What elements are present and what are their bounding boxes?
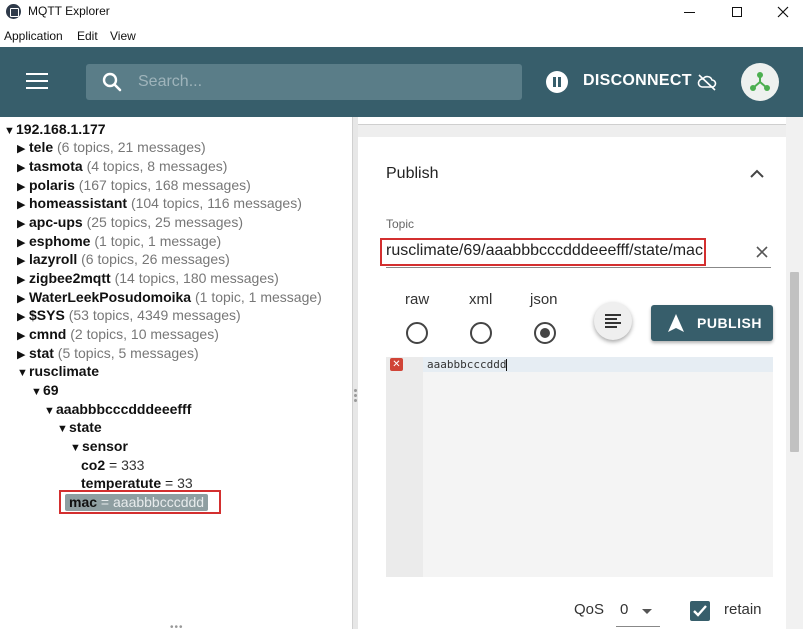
tree-node-apc-ups[interactable]: ▶ apc-ups (25 topics, 25 messages)	[17, 213, 243, 231]
minimize-icon	[683, 11, 695, 13]
window-title: MQTT Explorer	[28, 4, 110, 18]
publish-title: Publish	[386, 165, 439, 182]
expanded-arrow-icon: ▼	[44, 405, 55, 417]
tree-leaf-co2[interactable]: co2 = 333	[81, 456, 144, 474]
close-window-button[interactable]	[760, 0, 803, 24]
tree-node-lazyroll[interactable]: ▶ lazyroll (6 topics, 26 messages)	[17, 250, 230, 268]
tree-node-waterleek[interactable]: ▶ WaterLeekPosudomoika (1 topic, 1 messag…	[17, 288, 322, 306]
format-raw-radio[interactable]	[406, 322, 428, 344]
pause-icon[interactable]	[546, 71, 568, 93]
scrollbar[interactable]	[786, 117, 803, 629]
avatar[interactable]	[741, 63, 779, 101]
cloud-off-icon[interactable]	[697, 73, 717, 91]
network-logo-icon	[750, 72, 770, 91]
scroll-thumb[interactable]	[790, 272, 799, 452]
editor-gutter: ✕	[386, 357, 423, 577]
retain-label: retain	[724, 601, 762, 618]
expanded-arrow-icon: ▼	[4, 125, 15, 137]
minimize-button[interactable]	[666, 0, 712, 24]
tree-node-tasmota[interactable]: ▶ tasmota (4 topics, 8 messages)	[17, 157, 227, 175]
resize-handle-icon[interactable]: •••	[170, 622, 184, 629]
tree-node-69[interactable]: ▼69	[31, 381, 59, 399]
app-header: DISCONNECT	[0, 47, 803, 117]
value-card	[358, 117, 786, 125]
payload-editor[interactable]: ✕ aaabbbcccddd	[386, 357, 773, 577]
chevron-up-icon[interactable]	[749, 167, 765, 179]
expanded-arrow-icon: ▼	[70, 442, 81, 454]
clear-icon[interactable]	[756, 246, 768, 258]
collapsed-arrow-icon: ▶	[17, 311, 26, 323]
tree-node-homeassistant[interactable]: ▶ homeassistant (104 topics, 116 messages…	[17, 194, 302, 212]
collapsed-arrow-icon: ▶	[17, 199, 26, 211]
tree-root[interactable]: ▼192.168.1.177	[4, 120, 106, 138]
tree-node-zigbee2mqtt[interactable]: ▶ zigbee2mqtt (14 topics, 180 messages)	[17, 269, 279, 287]
tree-node-rusclimate[interactable]: ▼rusclimate	[17, 362, 99, 380]
tree-node-cmnd[interactable]: ▶ cmnd (2 topics, 10 messages)	[17, 325, 219, 343]
error-icon[interactable]: ✕	[390, 358, 403, 371]
collapsed-arrow-icon: ▶	[17, 274, 26, 286]
topic-tree: ▼192.168.1.177 ▶ tele (6 topics, 21 messa…	[0, 117, 352, 629]
maximize-button[interactable]	[714, 0, 760, 24]
search-input[interactable]	[138, 72, 508, 92]
retain-checkbox[interactable]	[690, 601, 710, 621]
tree-node-sys[interactable]: ▶ $SYS (53 topics, 4349 messages)	[17, 306, 241, 324]
qos-select[interactable]: 0	[616, 601, 660, 627]
tree-node-polaris[interactable]: ▶ polaris (167 topics, 168 messages)	[17, 176, 251, 194]
tree-node-tele[interactable]: ▶ tele (6 topics, 21 messages)	[17, 138, 206, 156]
format-json-radio[interactable]	[534, 322, 556, 344]
expanded-arrow-icon: ▼	[17, 367, 28, 379]
collapsed-arrow-icon: ▶	[17, 255, 26, 267]
details-panel: Publish Topic rusclimate/69/aaabbbcccddd…	[358, 117, 803, 629]
app-icon	[6, 4, 21, 19]
dropdown-arrow-icon	[642, 609, 652, 614]
collapsed-arrow-icon: ▶	[17, 218, 26, 230]
disconnect-button[interactable]: DISCONNECT	[583, 72, 692, 90]
tree-leaf-mac-highlight: mac = aaabbbcccddd	[59, 490, 221, 514]
format-xml-label: xml	[469, 291, 493, 308]
tree-node-state[interactable]: ▼state	[57, 418, 102, 436]
expanded-arrow-icon: ▼	[57, 423, 68, 435]
search-box	[86, 64, 522, 100]
tree-leaf-mac[interactable]: mac = aaabbbcccddd	[65, 494, 209, 511]
publish-button[interactable]: PUBLISH	[651, 305, 773, 341]
close-icon	[777, 6, 789, 18]
tree-node-sensor[interactable]: ▼sensor	[70, 437, 128, 455]
format-raw-label: raw	[405, 291, 430, 308]
collapsed-arrow-icon: ▶	[17, 162, 26, 174]
tree-node-stat[interactable]: ▶ stat (5 topics, 5 messages)	[17, 344, 199, 362]
format-json-label: json	[530, 291, 558, 308]
tree-node-esphome[interactable]: ▶ esphome (1 topic, 1 message)	[17, 232, 221, 250]
collapsed-arrow-icon: ▶	[17, 330, 26, 342]
drag-handle-icon	[354, 389, 357, 403]
qos-label: QoS	[574, 601, 605, 618]
send-icon	[668, 314, 684, 332]
title-bar: MQTT Explorer	[0, 0, 803, 24]
menu-application[interactable]: Application	[4, 29, 63, 43]
payload-text[interactable]: aaabbbcccddd	[427, 358, 508, 371]
topic-input[interactable]: rusclimate/69/aaabbbcccdddeeefff/state/m…	[386, 242, 703, 260]
check-icon	[693, 605, 707, 617]
menu-view[interactable]: View	[110, 29, 136, 43]
topic-label: Topic	[386, 217, 415, 231]
publish-card: Publish Topic rusclimate/69/aaabbbcccddd…	[358, 137, 786, 629]
tree-node-device[interactable]: ▼aaabbbcccdddeeefff	[44, 400, 191, 418]
format-lines-icon	[605, 314, 621, 316]
search-icon	[102, 72, 122, 92]
maximize-icon	[732, 7, 742, 17]
menu-edit[interactable]: Edit	[77, 29, 98, 43]
format-json-button[interactable]	[594, 302, 632, 340]
menu-icon[interactable]	[26, 73, 48, 89]
expanded-arrow-icon: ▼	[31, 386, 42, 398]
collapsed-arrow-icon: ▶	[17, 143, 26, 155]
topic-underline	[386, 267, 771, 268]
format-xml-radio[interactable]	[470, 322, 492, 344]
